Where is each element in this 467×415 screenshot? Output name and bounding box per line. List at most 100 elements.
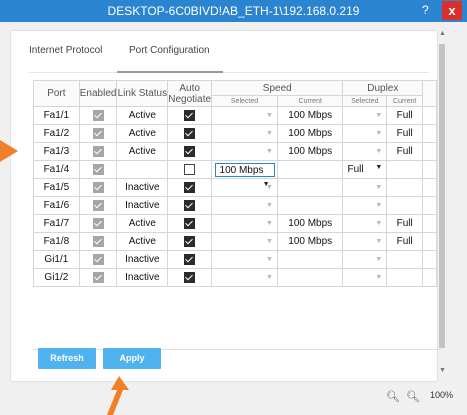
speed-selected-cell[interactable]: ▼ — [211, 106, 278, 125]
speed-selected-cell[interactable]: ▼ — [211, 268, 278, 287]
duplex-current — [386, 178, 424, 197]
auto-negotiate-checkbox[interactable] — [184, 181, 196, 193]
auto-negotiate-checkbox[interactable] — [184, 127, 196, 139]
duplex-selected-cell[interactable]: ▼ — [342, 214, 388, 233]
speed-selected-cell[interactable]: ▼ — [211, 232, 278, 251]
tab-port-configuration[interactable]: Port Configuration — [129, 45, 210, 56]
row-filler — [422, 142, 437, 161]
auto-negotiate-checkbox[interactable] — [184, 145, 196, 157]
auto-negotiate-checkbox[interactable] — [184, 235, 196, 247]
link-status — [116, 160, 169, 179]
duplex-selected-cell[interactable]: ▼ — [342, 106, 388, 125]
auto-negotiate-checkbox[interactable] — [184, 109, 196, 121]
chevron-down-icon[interactable]: ▼ — [375, 238, 382, 245]
zoom-out-icon[interactable]: 🔍︎ — [406, 390, 420, 403]
duplex-current — [386, 160, 424, 179]
enabled-checkbox[interactable] — [92, 109, 104, 121]
annotation-arrow-icon — [0, 140, 18, 162]
duplex-selected-value: Full — [347, 164, 364, 175]
scroll-up-icon[interactable]: ▲ — [439, 30, 446, 37]
scroll-down-icon[interactable]: ▼ — [439, 367, 446, 374]
speed-current — [276, 268, 344, 287]
close-button[interactable]: x — [442, 1, 462, 20]
auto-negotiate-cell — [167, 178, 213, 197]
vertical-scrollbar[interactable]: ▲ ▼ — [438, 30, 447, 380]
chevron-down-icon[interactable]: ▼ — [266, 238, 273, 245]
row-filler — [422, 214, 437, 233]
chevron-down-icon[interactable]: ▼ — [266, 274, 273, 281]
table-row: Fa1/2 Active ▼ 100 Mbps ▼ Full — [33, 124, 437, 143]
chevron-down-icon[interactable]: ▼ — [375, 112, 382, 119]
refresh-button[interactable]: Refresh — [38, 348, 96, 369]
chevron-down-icon[interactable]: ▼ — [266, 148, 273, 155]
chevron-down-icon[interactable]: ▼ — [375, 184, 382, 191]
enabled-cell — [78, 214, 118, 233]
duplex-selected-cell[interactable]: ▼ — [342, 250, 388, 269]
chevron-down-icon[interactable]: ▼ — [375, 202, 382, 209]
enabled-checkbox[interactable] — [92, 271, 104, 283]
enabled-checkbox[interactable] — [92, 127, 104, 139]
chevron-down-icon[interactable]: ▼ — [266, 202, 273, 209]
enabled-cell — [78, 124, 118, 143]
enabled-checkbox[interactable] — [92, 217, 104, 229]
help-icon[interactable]: ? — [422, 3, 429, 17]
speed-selected-cell[interactable]: ▼ — [211, 124, 278, 143]
table-row: Fa1/1 Active ▼ 100 Mbps ▼ Full — [33, 106, 437, 125]
speed-current: 100 Mbps — [276, 214, 344, 233]
port-name: Fa1/1 — [33, 106, 80, 125]
chevron-down-icon[interactable]: ▼ — [375, 256, 382, 263]
chevron-down-icon[interactable]: ▼ — [266, 220, 273, 227]
speed-selected-cell[interactable]: ▼ — [211, 196, 278, 215]
duplex-selected-cell[interactable]: ▼ — [342, 196, 388, 215]
auto-negotiate-checkbox[interactable] — [184, 253, 196, 265]
auto-negotiate-checkbox[interactable] — [184, 163, 196, 175]
tab-internet-protocol[interactable]: Internet Protocol — [29, 45, 102, 56]
speed-select[interactable]: 100 Mbps ▼ — [214, 162, 275, 188]
active-tab-indicator — [117, 71, 223, 73]
enabled-checkbox[interactable] — [92, 235, 104, 247]
chevron-down-icon[interactable]: ▼ — [266, 130, 273, 137]
chevron-down-icon[interactable]: ▼ — [375, 220, 382, 227]
speed-selected-cell[interactable]: 100 Mbps ▼ — [211, 160, 278, 188]
duplex-selected-cell[interactable]: ▼ — [342, 124, 388, 143]
port-name: Gi1/2 — [33, 268, 80, 287]
speed-selected-cell[interactable]: ▼ — [211, 250, 278, 269]
auto-negotiate-checkbox[interactable] — [184, 271, 196, 283]
chevron-down-icon[interactable]: ▼ — [375, 274, 382, 281]
chevron-down-icon[interactable]: ▼ — [375, 148, 382, 155]
zoom-level: 100% — [430, 390, 454, 400]
table-row: Fa1/3 Active ▼ 100 Mbps ▼ Full — [33, 142, 437, 161]
chevron-down-icon[interactable]: ▼ — [266, 112, 273, 119]
enabled-checkbox[interactable] — [92, 199, 104, 211]
duplex-selected-cell[interactable]: ▼ — [342, 142, 388, 161]
chevron-down-icon[interactable]: ▼ — [266, 256, 273, 263]
speed-selected-value: 100 Mbps — [219, 164, 264, 176]
zoom-in-icon[interactable]: 🔍︎ — [386, 390, 400, 403]
duplex-selected-cell[interactable]: ▼ — [342, 232, 388, 251]
speed-selected-cell[interactable]: ▼ — [211, 214, 278, 233]
scroll-thumb[interactable] — [439, 44, 445, 348]
speed-selected-cell[interactable]: ▼ — [211, 142, 278, 161]
enabled-checkbox[interactable] — [92, 181, 104, 193]
apply-button[interactable]: Apply — [103, 348, 161, 369]
duplex-selected-cell[interactable]: ▼ — [342, 268, 388, 287]
duplex-select[interactable]: Full ▼ — [343, 164, 386, 175]
speed-current: 100 Mbps — [276, 142, 344, 161]
link-status: Inactive — [116, 250, 169, 269]
enabled-checkbox[interactable] — [92, 163, 104, 175]
duplex-selected-cell[interactable]: ▼ — [342, 178, 388, 197]
chevron-down-icon[interactable]: ▼ — [375, 130, 382, 137]
auto-negotiate-checkbox[interactable] — [184, 199, 196, 211]
duplex-current: Full — [386, 124, 424, 143]
auto-negotiate-checkbox[interactable] — [184, 217, 196, 229]
enabled-checkbox[interactable] — [92, 253, 104, 265]
row-filler — [422, 268, 437, 287]
auto-negotiate-cell — [167, 214, 213, 233]
row-filler — [422, 178, 437, 197]
duplex-selected-cell[interactable]: Full ▼ — [342, 160, 388, 179]
annotation-arrow-up-icon — [107, 376, 129, 415]
enabled-checkbox[interactable] — [92, 145, 104, 157]
header-speed-current: Current — [276, 95, 344, 107]
speed-current: 100 Mbps — [276, 124, 344, 143]
port-name: Gi1/1 — [33, 250, 80, 269]
